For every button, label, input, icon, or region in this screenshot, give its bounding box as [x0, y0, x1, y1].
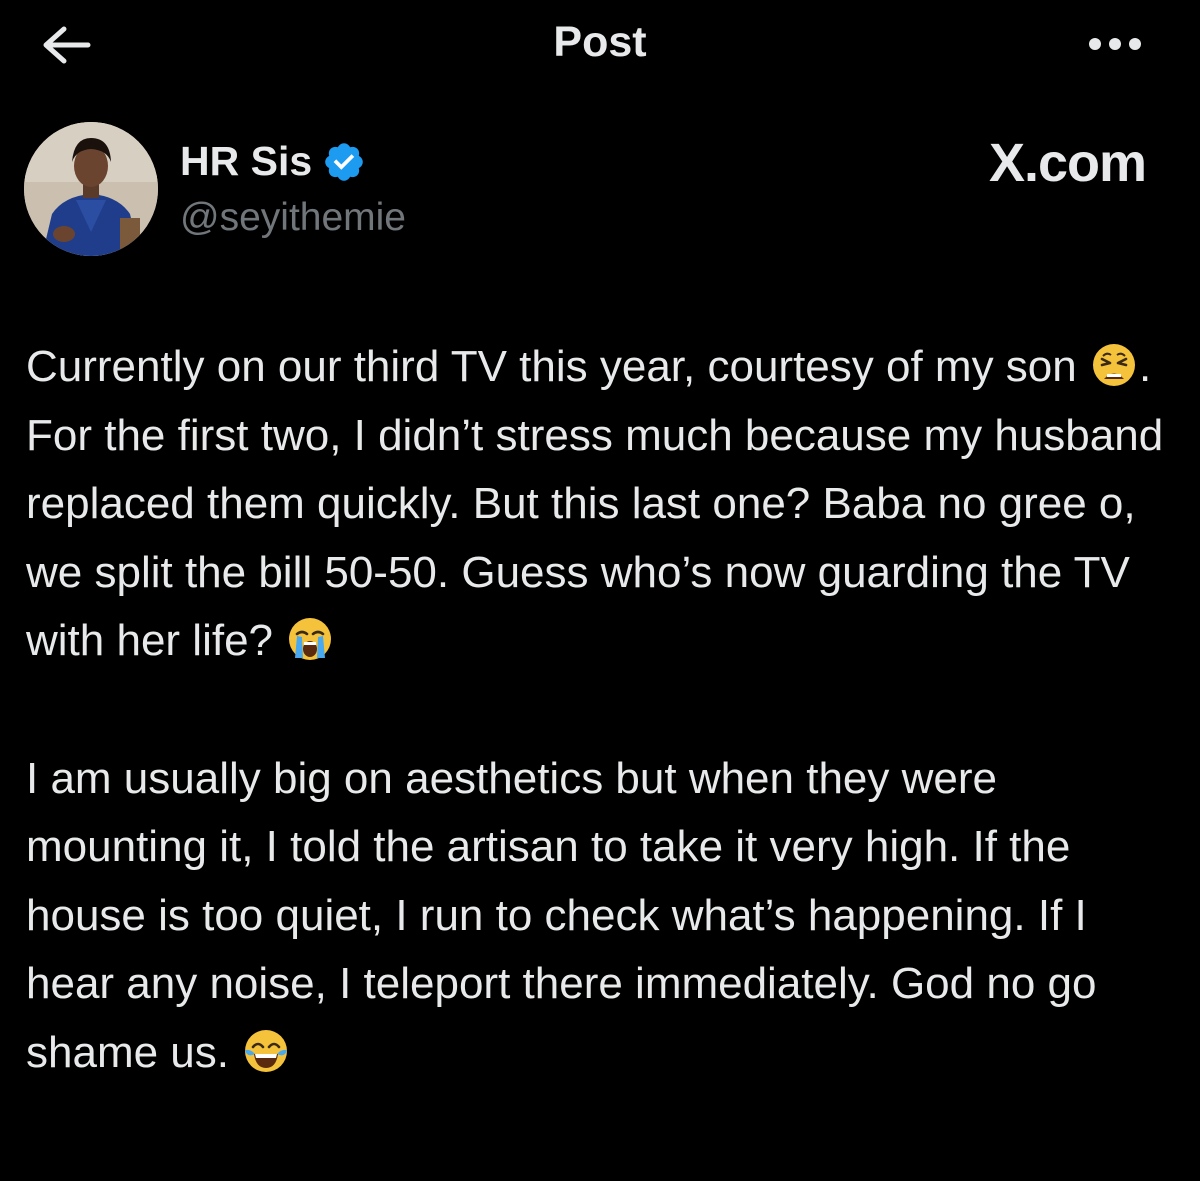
display-name: HR Sis: [180, 138, 313, 184]
top-bar: Post: [0, 0, 1200, 90]
post-paragraph: Currently on our third TV this year, cou…: [26, 333, 1174, 676]
page-title: Post: [553, 18, 647, 66]
weary-face-emoji: [1092, 344, 1135, 386]
avatar[interactable]: [24, 122, 158, 256]
post-text-segment: I am usually big on aesthetics but when …: [26, 753, 1109, 1077]
post-author: HR Sis @seyithemie X.com: [24, 122, 1174, 262]
avatar-photo: [24, 122, 158, 256]
user-handle[interactable]: @seyithemie: [180, 196, 406, 240]
loudly-crying-face-emoji: [289, 618, 332, 660]
post-text: Currently on our third TV this year, cou…: [26, 333, 1174, 1087]
back-button[interactable]: [36, 20, 96, 70]
post-paragraph: I am usually big on aesthetics but when …: [26, 745, 1174, 1088]
more-options-button[interactable]: [1080, 24, 1150, 64]
more-horizontal-icon: [1089, 38, 1141, 50]
arrow-left-icon: [43, 26, 91, 64]
display-name-row[interactable]: HR Sis: [180, 138, 366, 185]
verified-badge-icon: [325, 142, 363, 181]
post-text-segment: Currently on our third TV this year, cou…: [26, 342, 1089, 391]
watermark: X.com: [988, 133, 1147, 193]
face-with-tears-of-joy-emoji: [245, 1029, 288, 1072]
